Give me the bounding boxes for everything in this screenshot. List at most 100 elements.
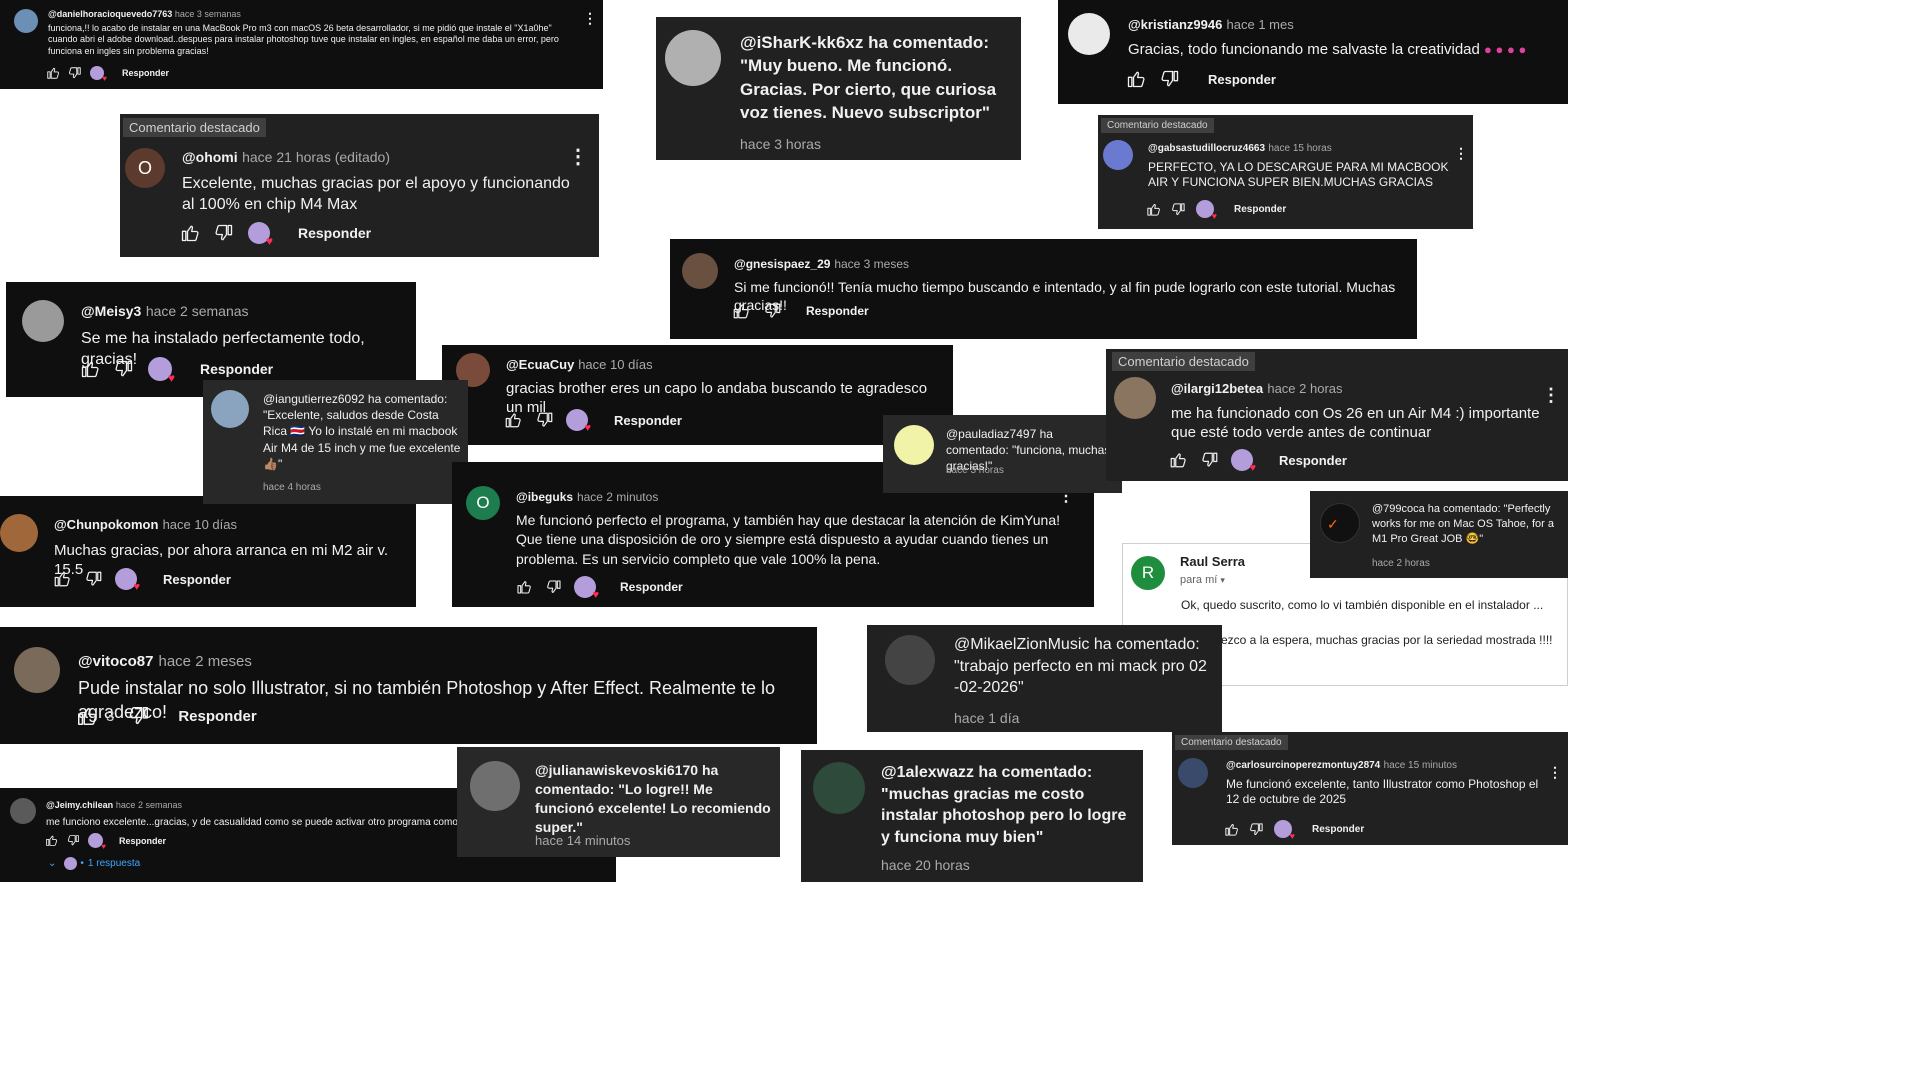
avatar[interactable] bbox=[1103, 140, 1133, 170]
reply-button[interactable]: Responder bbox=[119, 836, 166, 846]
like-icon[interactable] bbox=[732, 302, 750, 320]
like-icon[interactable] bbox=[46, 66, 60, 80]
like-icon[interactable] bbox=[1146, 202, 1161, 217]
comment-actions: ♥ Responder bbox=[1224, 820, 1364, 841]
dislike-icon[interactable] bbox=[546, 579, 562, 595]
avatar[interactable] bbox=[14, 9, 38, 33]
comment-time[interactable]: hace 3 semanas bbox=[175, 9, 241, 19]
comment-actions: ♥ Responder bbox=[1169, 449, 1347, 474]
avatar[interactable] bbox=[14, 647, 60, 693]
comment-time[interactable]: hace 1 mes bbox=[1227, 17, 1294, 32]
dislike-icon[interactable] bbox=[85, 570, 103, 588]
reply-button[interactable]: Responder bbox=[200, 361, 273, 377]
reply-button[interactable]: Responder bbox=[122, 68, 169, 78]
reply-button[interactable]: Responder bbox=[1234, 204, 1286, 215]
comment-time[interactable]: hace 2 minutos bbox=[577, 490, 658, 504]
reply-button[interactable]: Responder bbox=[163, 572, 231, 587]
like-icon[interactable] bbox=[1126, 69, 1146, 89]
comment-time[interactable]: hace 21 horas (editado) bbox=[242, 149, 390, 165]
dislike-icon[interactable] bbox=[1249, 822, 1264, 837]
like-icon[interactable] bbox=[516, 579, 532, 595]
dislike-icon[interactable] bbox=[214, 223, 234, 243]
avatar[interactable] bbox=[1114, 377, 1156, 419]
like-icon[interactable] bbox=[180, 223, 200, 243]
comment-author[interactable]: @Meisy3 bbox=[81, 303, 141, 319]
comment-author[interactable]: @EcuaCuy bbox=[506, 357, 574, 372]
avatar[interactable] bbox=[885, 635, 935, 685]
more-options-icon[interactable]: ⋮ bbox=[1454, 145, 1468, 162]
comment-author[interactable]: @kristianz9946 bbox=[1128, 17, 1222, 32]
replies-toggle[interactable]: ⌄ • 1 respuesta bbox=[48, 857, 140, 870]
replies-count[interactable]: 1 respuesta bbox=[88, 858, 140, 869]
dislike-icon[interactable] bbox=[68, 66, 82, 80]
comment-time[interactable]: hace 2 meses bbox=[159, 653, 252, 670]
avatar[interactable] bbox=[1178, 758, 1208, 788]
more-options-icon[interactable]: ⋮ bbox=[1542, 385, 1560, 406]
comment-author[interactable]: @ohomi bbox=[182, 149, 238, 165]
comment-time[interactable]: hace 2 horas bbox=[1267, 381, 1342, 396]
avatar[interactable]: O bbox=[125, 148, 165, 188]
dislike-icon[interactable] bbox=[67, 834, 80, 847]
avatar-letter: R bbox=[1141, 563, 1155, 582]
like-icon[interactable] bbox=[53, 570, 71, 588]
reply-button[interactable]: Responder bbox=[298, 225, 371, 241]
avatar[interactable] bbox=[211, 390, 249, 428]
avatar[interactable] bbox=[894, 425, 934, 465]
comment-author[interactable]: @ibeguks bbox=[516, 490, 573, 504]
avatar[interactable] bbox=[10, 798, 36, 824]
avatar[interactable] bbox=[813, 762, 865, 814]
avatar[interactable] bbox=[0, 514, 38, 552]
avatar[interactable] bbox=[665, 30, 721, 86]
dislike-icon[interactable] bbox=[1201, 451, 1219, 469]
reply-button[interactable]: Responder bbox=[1312, 824, 1364, 835]
dislike-icon[interactable] bbox=[1160, 69, 1180, 89]
dislike-icon[interactable] bbox=[114, 359, 134, 379]
comment-time[interactable]: hace 15 horas bbox=[1268, 143, 1331, 154]
comment-author[interactable]: @ilargi12betea bbox=[1171, 381, 1263, 396]
reply-button[interactable]: Responder bbox=[1208, 72, 1276, 87]
comment-author[interactable]: @carlosurcinoperezmontuy2874 bbox=[1226, 760, 1380, 771]
comment-author[interactable]: @Jeimy.chilean bbox=[46, 800, 113, 810]
more-options-icon[interactable]: ⋮ bbox=[583, 10, 597, 27]
reply-button[interactable]: Responder bbox=[1279, 453, 1347, 468]
like-icon[interactable] bbox=[504, 411, 522, 429]
comment-time[interactable]: hace 2 semanas bbox=[146, 303, 249, 319]
comment-actions: ♥ Responder bbox=[180, 222, 371, 247]
like-icon[interactable] bbox=[1169, 451, 1187, 469]
comment-time[interactable]: hace 10 días bbox=[163, 517, 237, 532]
reply-button[interactable]: Responder bbox=[806, 304, 869, 318]
chevron-down-icon[interactable]: ▾ bbox=[1220, 575, 1225, 585]
reply-button[interactable]: Responder bbox=[620, 580, 683, 594]
comment-author[interactable]: @gabsastudillocruz4663 bbox=[1148, 143, 1265, 154]
like-icon[interactable] bbox=[80, 359, 100, 379]
avatar[interactable]: ✓ bbox=[1320, 503, 1360, 543]
avatar[interactable] bbox=[470, 761, 520, 811]
avatar[interactable] bbox=[22, 300, 64, 342]
chevron-down-icon[interactable]: ⌄ bbox=[48, 858, 56, 869]
dislike-icon[interactable] bbox=[536, 411, 554, 429]
avatar[interactable] bbox=[1068, 13, 1110, 55]
comment-time[interactable]: hace 2 semanas bbox=[116, 800, 182, 810]
more-options-icon[interactable]: ⋮ bbox=[1548, 764, 1562, 781]
avatar[interactable]: O bbox=[466, 486, 500, 520]
comment-author[interactable]: @danielhoracioquevedo7763 bbox=[48, 9, 172, 19]
comment-time[interactable]: hace 15 minutos bbox=[1384, 760, 1457, 771]
reply-button[interactable]: Responder bbox=[178, 708, 256, 725]
comment-time[interactable]: hace 3 meses bbox=[834, 257, 909, 271]
dislike-icon[interactable] bbox=[764, 302, 782, 320]
avatar[interactable] bbox=[682, 253, 718, 289]
dislike-icon[interactable] bbox=[1171, 202, 1186, 217]
avatar[interactable]: R bbox=[1131, 556, 1165, 590]
reply-button[interactable]: Responder bbox=[614, 413, 682, 428]
like-icon[interactable] bbox=[45, 834, 58, 847]
comment-time[interactable]: hace 10 días bbox=[578, 357, 652, 372]
comment-author[interactable]: @vitoco87 bbox=[78, 653, 153, 670]
like-icon[interactable] bbox=[76, 705, 98, 727]
more-options-icon[interactable]: ⋮ bbox=[568, 144, 588, 169]
comment-author[interactable]: @gnesispaez_29 bbox=[734, 257, 830, 271]
dislike-icon[interactable] bbox=[128, 705, 150, 727]
pinned-badge: Comentario destacado bbox=[1112, 352, 1255, 371]
comment-author[interactable]: @Chunpokomon bbox=[54, 517, 158, 532]
like-icon[interactable] bbox=[1224, 822, 1239, 837]
comment-actions: ♥ Responder bbox=[1146, 200, 1286, 221]
